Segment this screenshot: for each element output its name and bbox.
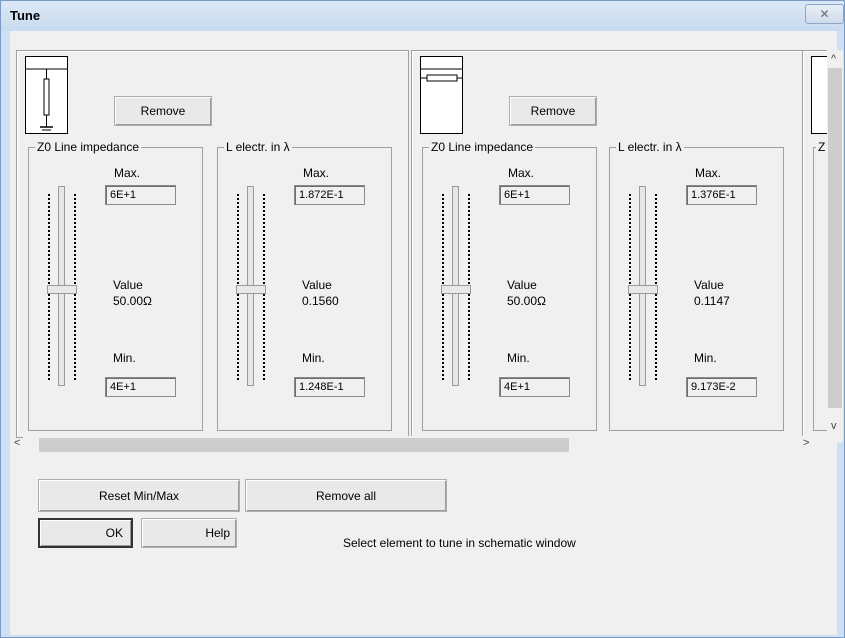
vertical-scrollbar[interactable]: ^ v (827, 50, 843, 442)
remove-button-label: Remove (530, 104, 576, 118)
group-title: Z0 Line impedance (35, 140, 142, 154)
element-page-3-partial: Z (802, 50, 829, 438)
title-bar: Tune ✕ (1, 1, 844, 31)
vertical-line-element-icon[interactable] (25, 56, 68, 134)
close-icon: ✕ (819, 7, 830, 21)
scroll-up-icon[interactable]: ^ (831, 53, 836, 65)
tune-window: Tune ✕ Remove Z0 Line impedance Max. 6E+… (0, 0, 845, 638)
slider-thumb[interactable] (47, 285, 77, 294)
z0-impedance-group: Z0 Line impedance Max. 6E+1 Value 50.00Ω… (422, 140, 597, 431)
min-input[interactable]: 4E+1 (499, 377, 570, 397)
value-text: 50.00Ω (507, 294, 546, 308)
ok-label: OK (105, 526, 123, 540)
scroll-right-icon[interactable]: > (803, 437, 809, 449)
help-label: Help (205, 526, 230, 540)
scroll-left-icon[interactable]: < (14, 437, 20, 449)
group-title: Z (816, 140, 828, 154)
close-button[interactable]: ✕ (805, 4, 844, 24)
window-title: Tune (10, 8, 41, 23)
max-input[interactable]: 6E+1 (499, 185, 570, 205)
electrical-length-group: L electr. in λ Max. 1.376E-1 Value 0.114… (609, 140, 784, 431)
value-label: Value (694, 278, 724, 292)
remove-all-button[interactable]: Remove all (245, 479, 447, 512)
group-title: L electr. in λ (616, 140, 684, 154)
slider-thumb[interactable] (628, 285, 658, 294)
reset-min-max-button[interactable]: Reset Min/Max (38, 479, 240, 512)
remove-all-label: Remove all (315, 488, 377, 503)
max-label: Max. (114, 166, 141, 180)
horizontal-line-element-icon[interactable] (420, 56, 463, 134)
status-text: Select element to tune in schematic wind… (343, 536, 576, 550)
max-label: Max. (695, 166, 722, 180)
value-text: 50.00Ω (113, 294, 152, 308)
min-label: Min. (113, 351, 136, 365)
value-label: Value (507, 278, 537, 292)
slider-thumb[interactable] (236, 285, 266, 294)
value-label: Value (113, 278, 143, 292)
element-page-2: Remove Z0 Line impedance Max. 6E+1 Value… (411, 50, 804, 438)
value-text: 0.1147 (694, 294, 730, 308)
min-label: Min. (302, 351, 325, 365)
horizontal-scrollbar[interactable]: < > (14, 436, 827, 452)
value-label: Value (302, 278, 332, 292)
slider-thumb[interactable] (441, 285, 471, 294)
max-label: Max. (508, 166, 535, 180)
max-input[interactable]: 6E+1 (105, 185, 176, 205)
remove-button-label: Remove (140, 104, 186, 118)
max-input[interactable]: 1.872E-1 (294, 185, 365, 205)
dialog-client: Remove Z0 Line impedance Max. 6E+1 Value… (10, 31, 843, 635)
max-label: Max. (303, 166, 330, 180)
group-title: Z0 Line impedance (429, 140, 536, 154)
help-button[interactable]: Help (141, 518, 237, 548)
remove-button[interactable]: Remove (114, 96, 212, 126)
horizontal-scroll-thumb[interactable] (39, 438, 569, 452)
electrical-length-group: L electr. in λ Max. 1.872E-1 Value 0.156… (217, 140, 392, 431)
min-label: Min. (507, 351, 530, 365)
min-input[interactable]: 1.248E-1 (294, 377, 365, 397)
z0-impedance-group: Z0 Line impedance Max. 6E+1 Value 50.00Ω… (28, 140, 203, 431)
group-title: L electr. in λ (224, 140, 292, 154)
min-input[interactable]: 4E+1 (105, 377, 176, 397)
ok-button[interactable]: OK (38, 518, 133, 548)
min-label: Min. (694, 351, 717, 365)
vertical-scroll-thumb[interactable] (828, 68, 842, 408)
reset-min-max-label: Reset Min/Max (98, 488, 180, 503)
value-text: 0.1560 (302, 294, 339, 308)
max-input[interactable]: 1.376E-1 (686, 185, 757, 205)
scroll-down-icon[interactable]: v (831, 420, 837, 432)
min-input[interactable]: 9.173E-2 (686, 377, 757, 397)
element-page-1: Remove Z0 Line impedance Max. 6E+1 Value… (16, 50, 409, 438)
remove-button[interactable]: Remove (509, 96, 597, 126)
